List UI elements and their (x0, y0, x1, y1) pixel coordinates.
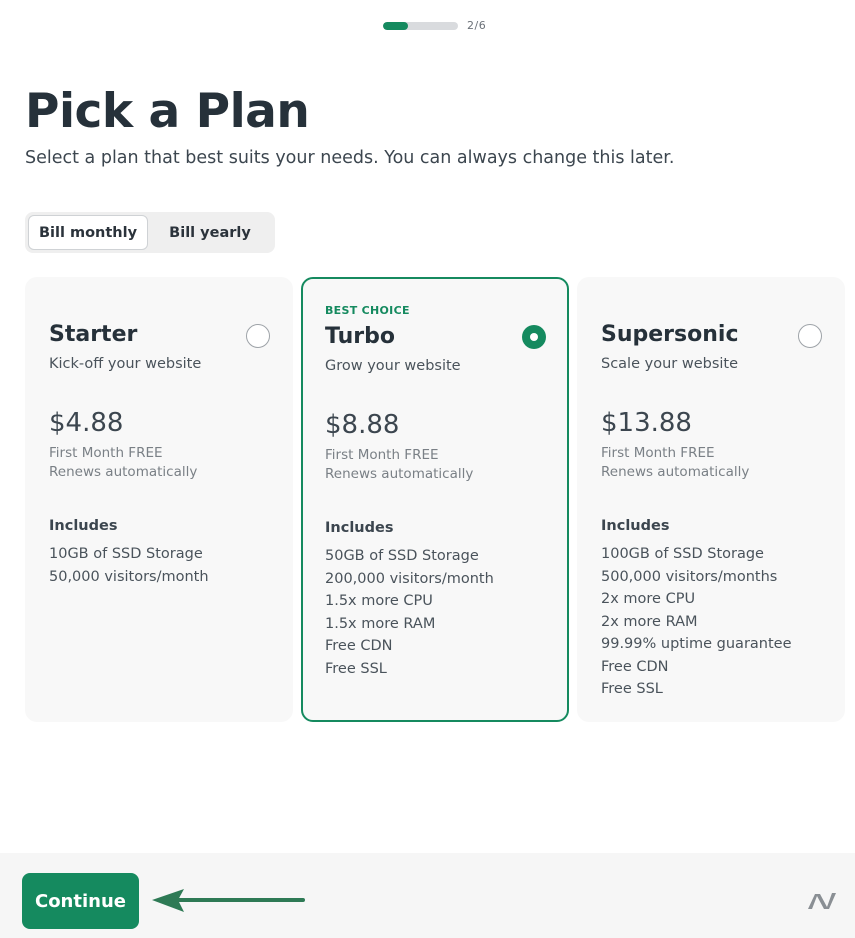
progress-bar (383, 21, 458, 30)
plan-renew-note: Renews automatically (601, 464, 750, 480)
plan-price: $8.88 (325, 410, 400, 440)
plan-name: Turbo (325, 324, 395, 349)
plan-name: Starter (49, 322, 138, 347)
plan-includes-label: Includes (49, 518, 118, 534)
bill-monthly-option[interactable]: Bill monthly (28, 215, 148, 250)
plan-feature-list: 50GB of SSD Storage 200,000 visitors/mon… (325, 545, 494, 680)
plan-feature: Free CDN (325, 638, 393, 654)
progress-step-text: 2/6 (467, 19, 487, 32)
plan-feature: 99.99% uptime guarantee (601, 636, 792, 652)
plan-first-month-note: First Month FREE (49, 445, 163, 461)
plan-includes-label: Includes (325, 520, 394, 536)
plan-feature-list: 10GB of SSD Storage 50,000 visitors/mont… (49, 543, 209, 588)
billing-toggle: Bill monthly Bill yearly (25, 212, 275, 253)
plan-price: $13.88 (601, 408, 692, 438)
plan-radio-supersonic[interactable] (798, 324, 822, 348)
best-choice-badge: BEST CHOICE (325, 304, 410, 317)
plan-renew-note: Renews automatically (49, 464, 198, 480)
plan-feature: 50,000 visitors/month (49, 568, 209, 585)
plan-feature: 2x more CPU (601, 591, 696, 607)
plan-feature: Free CDN (601, 658, 669, 675)
progress-indicator: 2/6 (383, 19, 486, 32)
plan-feature: 10GB of SSD Storage (49, 546, 203, 562)
plan-card-starter[interactable]: Starter Kick-off your website $4.88 Firs… (25, 277, 293, 722)
plan-first-month-note: First Month FREE (325, 447, 439, 463)
namecheap-logo-icon (808, 893, 836, 909)
plan-feature: 1.5x more RAM (325, 615, 436, 632)
progress-bar-fill (383, 21, 408, 30)
plan-feature: 500,000 visitors/months (601, 568, 778, 585)
continue-button[interactable]: Continue (22, 873, 139, 929)
plan-includes-label: Includes (601, 518, 670, 534)
page-title: Pick a Plan (25, 84, 310, 139)
left-arrow-annotation-icon (152, 889, 305, 912)
plan-feature: Free SSL (601, 681, 663, 697)
plan-card-supersonic[interactable]: Supersonic Scale your website $13.88 Fir… (577, 277, 845, 722)
plan-price: $4.88 (49, 408, 124, 438)
bill-yearly-option[interactable]: Bill yearly (148, 215, 272, 250)
plan-tagline: Scale your website (601, 356, 739, 372)
plan-renew-note: Renews automatically (325, 466, 474, 482)
plan-tagline: Grow your website (325, 358, 461, 374)
plan-feature: 2x more RAM (601, 613, 698, 630)
plan-feature: 1.5x more CPU (325, 593, 433, 609)
plan-radio-turbo[interactable] (522, 325, 546, 349)
plan-radio-starter[interactable] (246, 324, 270, 348)
page-subtitle: Select a plan that best suits your needs… (25, 148, 675, 168)
plan-feature-list: 100GB of SSD Storage 500,000 visitors/mo… (601, 543, 792, 701)
plan-tagline: Kick-off your website (49, 356, 202, 372)
plan-feature: Free SSL (325, 660, 387, 677)
plan-feature: 50GB of SSD Storage (325, 548, 479, 564)
plan-feature: 200,000 visitors/month (325, 570, 494, 587)
plan-card-turbo[interactable]: BEST CHOICE Turbo Grow your website $8.8… (301, 277, 569, 722)
plan-name: Supersonic (601, 322, 739, 347)
plan-feature: 100GB of SSD Storage (601, 546, 764, 562)
plan-first-month-note: First Month FREE (601, 445, 715, 461)
